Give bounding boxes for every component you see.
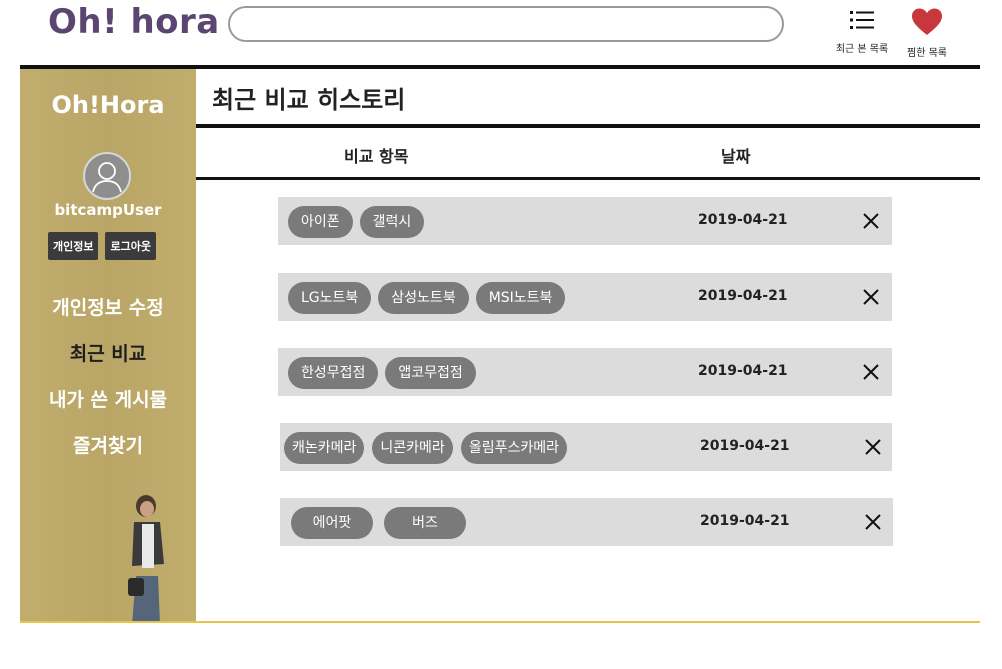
item-tag[interactable]: 갤럭시 xyxy=(359,206,425,238)
history-row: LG노트북 삼성노트북 MSI노트북 2019-04-21 xyxy=(278,273,892,321)
logout-button[interactable]: 로그아웃 xyxy=(105,232,156,260)
history-row: 한성무접점 앱코무접점 2019-04-21 xyxy=(278,348,892,396)
recent-list-button[interactable]: 최근 본 목록 xyxy=(832,8,892,55)
sidebar: Oh!Hora bitcampUser 개인정보 로그아웃 개인정보 수정 최근 … xyxy=(20,69,196,623)
page-title: 최근 비교 히스토리 xyxy=(212,86,406,114)
close-icon[interactable] xyxy=(864,438,882,456)
item-tag[interactable]: 올림푸스카메라 xyxy=(460,432,567,464)
footer-divider xyxy=(20,621,980,623)
close-icon[interactable] xyxy=(864,513,882,531)
history-row: 캐논카메라 니콘카메라 올림푸스카메라 2019-04-21 xyxy=(280,423,892,471)
close-icon[interactable] xyxy=(862,212,880,230)
sidebar-item-my-posts[interactable]: 내가 쓴 게시물 xyxy=(20,385,196,431)
close-icon[interactable] xyxy=(862,288,880,306)
avatar xyxy=(83,152,131,200)
item-tag[interactable]: 에어팟 xyxy=(291,507,373,539)
site-logo[interactable]: Oh! hora xyxy=(48,2,220,42)
column-header-date: 날짜 xyxy=(721,147,751,166)
item-tag[interactable]: 삼성노트북 xyxy=(378,282,469,314)
item-tag[interactable]: 한성무접점 xyxy=(288,357,379,389)
username: bitcampUser xyxy=(54,201,162,219)
item-tag[interactable]: 니콘카메라 xyxy=(372,432,453,464)
user-icon xyxy=(92,162,122,193)
item-tag[interactable]: 캐논카메라 xyxy=(284,432,365,464)
item-tag[interactable]: 앱코무접점 xyxy=(385,357,476,389)
column-header-items: 비교 항목 xyxy=(344,147,409,166)
sidebar-title: Oh!Hora xyxy=(51,91,165,119)
close-icon[interactable] xyxy=(862,363,880,381)
sidebar-item-edit-profile[interactable]: 개인정보 수정 xyxy=(20,293,196,339)
favorites-button[interactable]: 찜한 목록 xyxy=(897,8,957,59)
row-date: 2019-04-21 xyxy=(698,363,788,379)
row-date: 2019-04-21 xyxy=(698,288,788,304)
title-divider xyxy=(196,124,980,128)
sidebar-menu: 개인정보 수정 최근 비교 내가 쓴 게시물 즐겨찾기 xyxy=(20,293,196,477)
row-date: 2019-04-21 xyxy=(700,513,790,529)
item-tag[interactable]: 아이폰 xyxy=(288,206,353,238)
person-illustration xyxy=(128,495,164,623)
item-tag[interactable]: 버즈 xyxy=(384,507,466,539)
list-icon xyxy=(850,11,874,29)
item-tag[interactable]: LG노트북 xyxy=(288,282,372,314)
recent-list-label: 최근 본 목록 xyxy=(835,44,889,55)
sidebar-item-recent-compare[interactable]: 최근 비교 xyxy=(20,339,196,385)
search-input[interactable] xyxy=(228,6,784,42)
history-row: 에어팟 버즈 2019-04-21 xyxy=(280,498,893,546)
row-date: 2019-04-21 xyxy=(700,438,790,454)
heart-icon xyxy=(912,8,942,35)
favorites-label: 찜한 목록 xyxy=(907,48,947,59)
item-tag[interactable]: MSI노트북 xyxy=(475,282,566,314)
header-row-divider xyxy=(196,177,980,180)
history-row: 아이폰 갤럭시 2019-04-21 xyxy=(278,197,892,245)
profile-button[interactable]: 개인정보 xyxy=(48,232,99,260)
row-date: 2019-04-21 xyxy=(698,212,788,228)
sidebar-item-favorites[interactable]: 즐겨찾기 xyxy=(20,431,196,477)
